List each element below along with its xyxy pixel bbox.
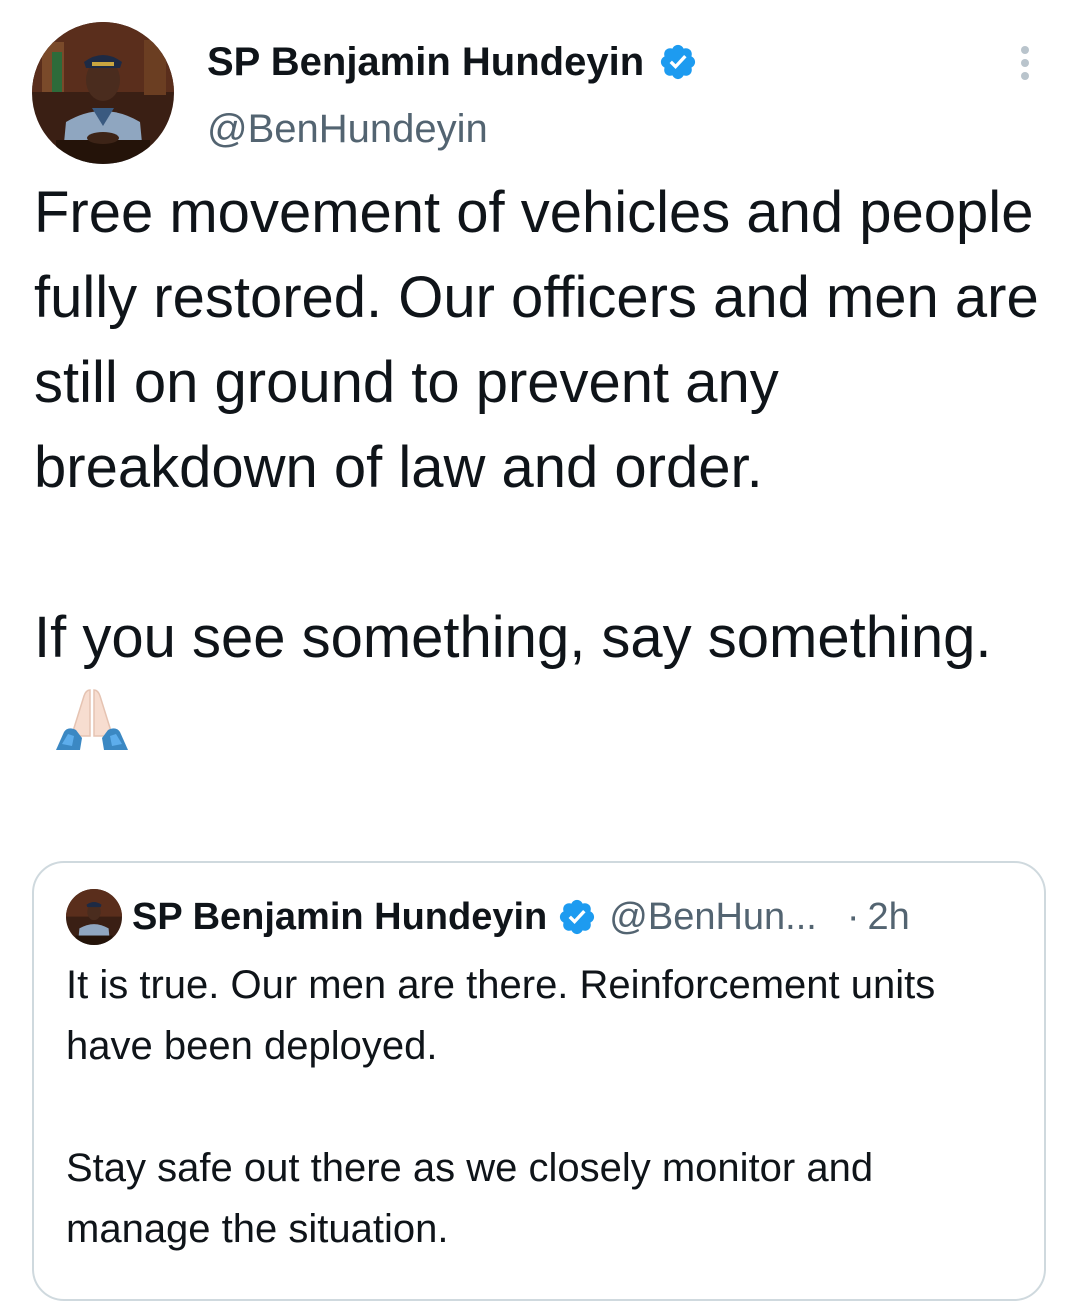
- verified-badge-icon: [658, 42, 698, 82]
- quoted-author-name: SP Benjamin Hundeyin: [132, 896, 548, 938]
- quoted-author-avatar: [66, 889, 122, 945]
- author-name-text[interactable]: SP Benjamin Hundeyin: [207, 38, 644, 86]
- tweet-text: Free movement of vehicles and people ful…: [34, 170, 1054, 765]
- quoted-author-handle: @BenHun...: [609, 896, 817, 938]
- folded-hands-icon: [52, 688, 132, 750]
- separator-dot: ·: [846, 896, 860, 938]
- author-handle[interactable]: @BenHundeyin: [207, 105, 488, 153]
- quoted-tweet-card[interactable]: SP Benjamin Hundeyin @BenHun... · 2h It …: [32, 861, 1046, 1301]
- tweet-paragraph: Free movement of vehicles and people ful…: [34, 180, 1039, 500]
- tweet-paragraph: If you see something, say something.: [34, 595, 1054, 765]
- quoted-tweet-timestamp: 2h: [867, 896, 910, 938]
- quoted-tweet-paragraph: Stay safe out there as we closely monito…: [66, 1146, 874, 1251]
- author-display-name[interactable]: SP Benjamin Hundeyin: [207, 38, 698, 86]
- tweet-paragraph-text: If you see something, say something.: [34, 605, 992, 670]
- quoted-tweet-text: It is true. Our men are there. Reinforce…: [66, 955, 1026, 1260]
- more-options-icon[interactable]: [1012, 44, 1038, 84]
- quoted-tweet-paragraph: It is true. Our men are there. Reinforce…: [66, 963, 936, 1068]
- author-avatar[interactable]: [32, 22, 174, 164]
- verified-badge-icon: [557, 897, 597, 937]
- quoted-tweet-header: SP Benjamin Hundeyin @BenHun... · 2h: [132, 893, 1032, 941]
